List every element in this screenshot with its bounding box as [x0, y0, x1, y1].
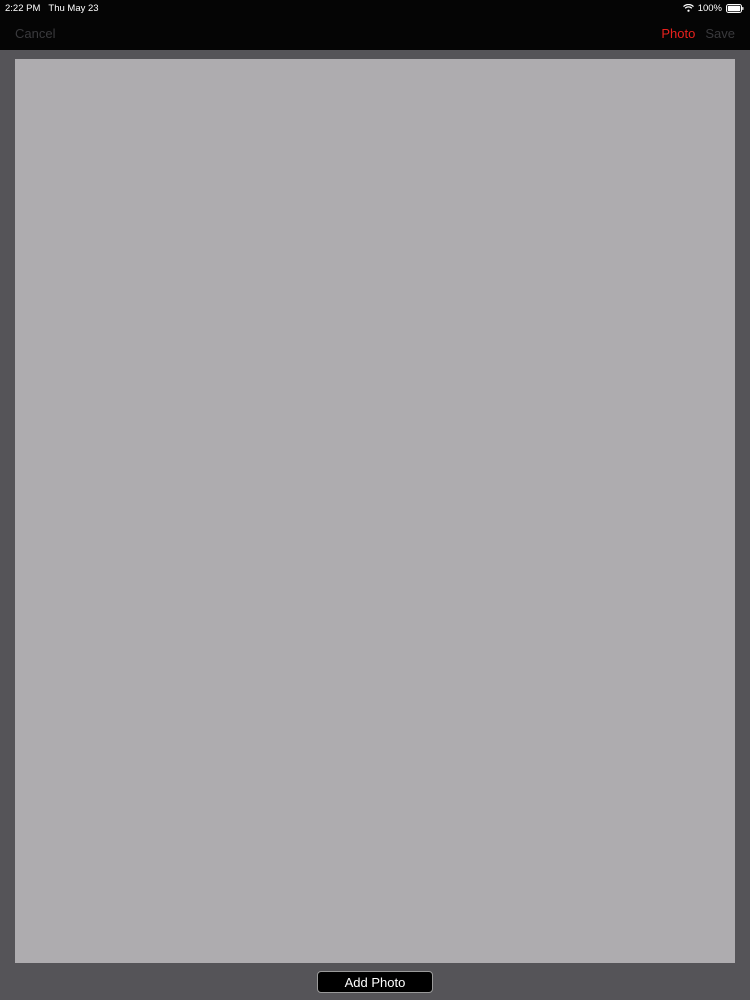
- battery-icon: [726, 3, 744, 13]
- wifi-icon: [682, 4, 694, 12]
- status-date: Thu May 23: [48, 2, 99, 14]
- status-bar: 2:22 PM Thu May 23 100%: [0, 0, 750, 16]
- add-photo-button[interactable]: Add Photo: [317, 971, 433, 993]
- photo-button[interactable]: Photo: [661, 26, 695, 41]
- cancel-button[interactable]: Cancel: [15, 26, 55, 41]
- save-button[interactable]: Save: [705, 26, 735, 41]
- battery-percentage: 100%: [697, 2, 722, 14]
- navigation-bar: Cancel Photo Save: [0, 16, 750, 50]
- photo-canvas[interactable]: [15, 59, 735, 963]
- status-time: 2:22 PM: [5, 2, 41, 14]
